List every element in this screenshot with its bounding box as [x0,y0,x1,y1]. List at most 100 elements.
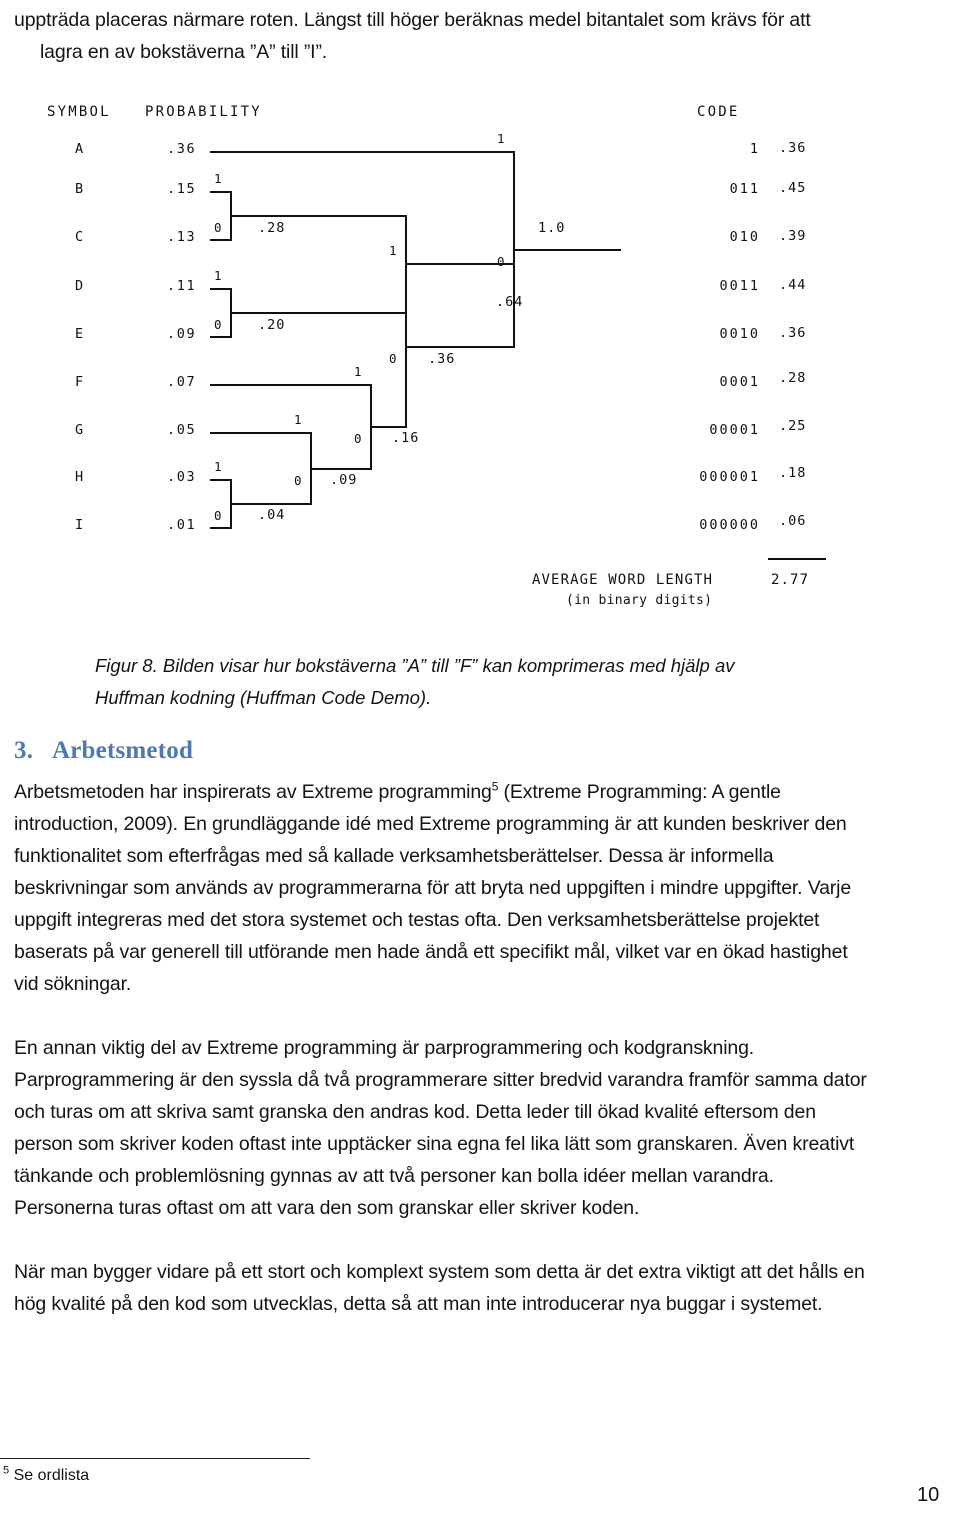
tree-edge-node20 [230,312,407,314]
section-heading: 3. Arbetsmetod [14,737,193,765]
body-p2-line-4: person som skriver koden oftast inte upp… [14,1133,855,1155]
huffman-figure: SYMBOL PROBABILITY CODE A B C D E F G H … [0,96,960,626]
tree-edge-g [210,432,312,434]
probability-e: .09 [167,326,197,342]
tree-join-node36b [405,263,407,427]
bit-label-node28-bottom: 0 [214,220,222,235]
symbol-label-h: H [75,469,85,485]
body-p1-line-4: beskrivningar som används av programmera… [14,877,852,899]
tree-edge-e [210,336,232,338]
tree-edge-node36-out [405,346,515,348]
contribution-h: .18 [779,465,807,481]
contribution-f: .28 [779,370,807,386]
body-p2-line-2: Parprogrammering är den syssla då två pr… [14,1069,867,1091]
figure-caption-line-1: Figur 8. Bilden visar hur bokstäverna ”A… [95,655,735,676]
average-word-length-label: AVERAGE WORD LENGTH [532,572,714,588]
tree-edge-d [210,288,232,290]
body-p1-line-1-part-a: Arbetsmetoden har inspirerats av Extreme… [14,781,492,803]
tree-edge-node28 [230,215,407,217]
body-p1-line-3: funktionalitet som efterfrågas med så ka… [14,845,774,867]
node-value-64: .64 [496,294,524,310]
bit-label-node09-bottom: 0 [294,473,302,488]
probability-d: .11 [167,278,197,294]
average-word-length-units: (in binary digits) [566,593,713,608]
body-p1-line-6: baserats på var generell till utförande … [14,941,848,963]
probability-b: .15 [167,181,197,197]
contribution-e: .36 [779,325,807,341]
body-p1-line-5: uppgift integreras med det stora systeme… [14,909,820,931]
contribution-g: .25 [779,418,807,434]
body-p1-line-7: vid sökningar. [14,973,132,995]
tree-edge-node64 [513,249,621,251]
body-p2-line-5: tänkande och problemlösning gynnas av at… [14,1165,774,1187]
top-paragraph-line-1: uppträda placeras närmare roten. Längst … [14,9,811,31]
tree-edge-node04 [230,503,312,505]
symbol-label-g: G [75,422,85,438]
code-f: 0001 [719,374,760,390]
node-value-16: .16 [392,430,420,446]
section-heading-number: 3. [14,737,34,764]
average-word-length-value: 2.77 [771,572,810,588]
bit-label-node36-bottom: 0 [389,351,397,366]
body-p1-line-1-part-b: (Extreme Programming: A gentle [498,781,781,803]
figure-header-symbol: SYMBOL [47,104,111,120]
body-p3-line-2: hög kvalité på den kod som utvecklas, de… [14,1293,823,1315]
symbol-label-d: D [75,278,85,294]
average-sum-rule [768,558,826,560]
figure-caption-line-2: Huffman kodning (Huffman Code Demo). [95,687,432,708]
page-number: 10 [917,1484,940,1506]
bit-label-node16-bottom: 0 [354,431,362,446]
node-value-36: .36 [428,351,456,367]
code-e: 0010 [719,326,760,342]
tree-edge-c [210,239,232,241]
body-p2-line-6: Personerna turas oftast om att vara den … [14,1197,640,1219]
bit-label-node64-bottom: 0 [497,254,505,269]
figure-header-probability: PROBABILITY [145,104,262,120]
code-d: 0011 [719,278,760,294]
symbol-label-a: A [75,141,85,157]
probability-f: .07 [167,374,197,390]
symbol-label-c: C [75,229,85,245]
symbol-label-e: E [75,326,85,342]
probability-a: .36 [167,141,197,157]
body-p1-line-1: Arbetsmetoden har inspirerats av Extreme… [14,776,944,809]
symbol-label-f: F [75,374,85,390]
code-b: 011 [729,181,760,197]
node-value-28: .28 [258,220,286,236]
bit-label-node16-top: 1 [354,364,362,379]
bit-label-node36-top: 1 [389,243,397,258]
footnote-separator [0,1458,310,1459]
body-p3-line-1: När man bygger vidare på ett stort och k… [14,1261,865,1283]
symbol-label-b: B [75,181,85,197]
footnote-text: 5 Se ordlista [3,1465,90,1485]
probability-g: .05 [167,422,197,438]
body-p1-line-2: introduction, 2009). En grundläggande id… [14,813,847,835]
bit-label-node04-top: 1 [214,459,222,474]
tree-edge-b [210,191,232,193]
tree-edge-node09 [310,468,372,470]
code-i: 000000 [699,517,760,533]
probability-i: .01 [167,517,197,533]
node-value-09: .09 [330,472,358,488]
bit-label-node64-top: 1 [497,131,505,146]
code-c: 010 [729,229,760,245]
tree-edge-i [210,527,232,529]
node-value-04: .04 [258,507,286,523]
document-page: uppträda placeras närmare roten. Längst … [0,0,960,1514]
code-h: 000001 [699,469,760,485]
tree-edge-f [210,384,372,386]
bit-label-node20-bottom: 0 [214,317,222,332]
bit-label-node09-top: 1 [294,412,302,427]
bit-label-node28-top: 1 [214,171,222,186]
symbol-label-i: I [75,517,85,533]
contribution-b: .45 [779,180,807,196]
probability-h: .03 [167,469,197,485]
contribution-d: .44 [779,277,807,293]
body-p2-line-1: En annan viktig del av Extreme programmi… [14,1037,755,1059]
tree-edge-h [210,479,232,481]
node-value-root: 1.0 [538,220,566,236]
footnote-body: Se ordlista [9,1467,90,1484]
probability-c: .13 [167,229,197,245]
figure-header-code: CODE [697,104,740,120]
tree-edge-node16 [370,426,407,428]
